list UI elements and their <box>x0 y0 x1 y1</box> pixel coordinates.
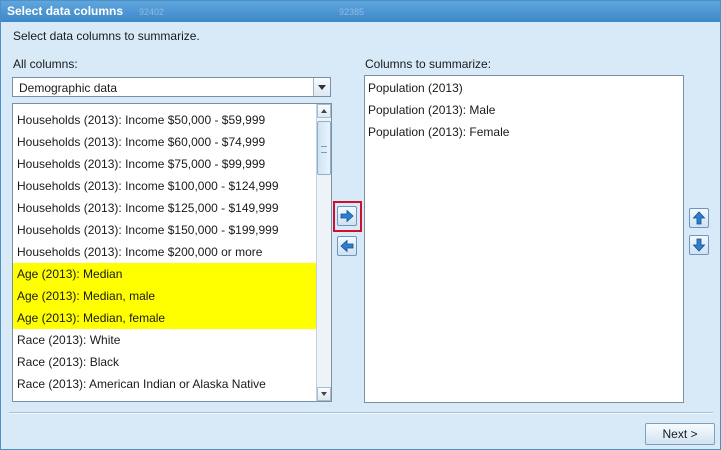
list-item[interactable]: Age (2013): Median, male <box>13 285 317 307</box>
list-item[interactable]: Population (2013): Male <box>365 99 669 121</box>
select-data-columns-dialog: 92402 92385 Select data columns Select d… <box>0 0 721 450</box>
arrow-right-icon <box>340 209 354 223</box>
footer-divider <box>9 412 713 414</box>
scroll-up-button[interactable] <box>317 104 331 118</box>
background-watermark: 92402 <box>139 7 165 17</box>
columns-to-summarize-list[interactable]: Population (2013) Population (2013): Male… <box>364 75 684 403</box>
list-item[interactable]: Households (2013): Income $200,000 or mo… <box>13 241 317 263</box>
arrow-up-icon <box>692 211 706 225</box>
arrow-left-icon <box>340 239 354 253</box>
add-column-button[interactable] <box>337 206 357 226</box>
move-up-button[interactable] <box>689 208 709 228</box>
list-item[interactable]: Population (2013): Female <box>365 121 669 143</box>
scrollbar-thumb[interactable] <box>317 121 331 175</box>
list-item[interactable]: Households (2013): Income $75,000 - $99,… <box>13 153 317 175</box>
dialog-title: Select data columns <box>7 4 124 18</box>
remove-column-button[interactable] <box>337 236 357 256</box>
list-item[interactable]: Race (2013): American Indian or Alaska N… <box>13 373 317 395</box>
all-columns-rows: Households (2013): Income $50,000 - $59,… <box>13 109 317 395</box>
all-columns-label: All columns: <box>13 57 78 71</box>
category-dropdown[interactable]: Demographic data <box>12 77 331 97</box>
list-item[interactable]: Age (2013): Median, female <box>13 307 317 329</box>
next-button[interactable]: Next > <box>645 423 715 445</box>
list-item[interactable]: Population (2013) <box>365 77 669 99</box>
list-item[interactable]: Age (2013): Median <box>13 263 317 285</box>
instruction-text: Select data columns to summarize. <box>13 29 200 43</box>
all-columns-list[interactable]: Households (2013): Income $50,000 - $59,… <box>12 103 332 402</box>
move-down-button[interactable] <box>689 235 709 255</box>
columns-to-summarize-label: Columns to summarize: <box>365 57 492 71</box>
list-item[interactable]: Households (2013): Income $125,000 - $14… <box>13 197 317 219</box>
arrow-down-icon <box>692 238 706 252</box>
vertical-scrollbar[interactable] <box>316 104 331 401</box>
list-item[interactable]: Race (2013): Black <box>13 351 317 373</box>
list-item[interactable]: Race (2013): White <box>13 329 317 351</box>
list-item[interactable]: Households (2013): Income $150,000 - $19… <box>13 219 317 241</box>
selected-columns-rows: Population (2013) Population (2013): Male… <box>365 77 669 143</box>
list-item[interactable]: Households (2013): Income $60,000 - $74,… <box>13 131 317 153</box>
category-dropdown-value: Demographic data <box>19 81 118 95</box>
list-item[interactable]: Households (2013): Income $50,000 - $59,… <box>13 109 317 131</box>
title-bar[interactable]: 92402 92385 Select data columns <box>1 1 720 22</box>
background-watermark: 92385 <box>339 7 365 17</box>
scroll-down-button[interactable] <box>317 387 331 401</box>
list-item[interactable]: Households (2013): Income $100,000 - $12… <box>13 175 317 197</box>
chevron-down-icon[interactable] <box>313 78 330 96</box>
